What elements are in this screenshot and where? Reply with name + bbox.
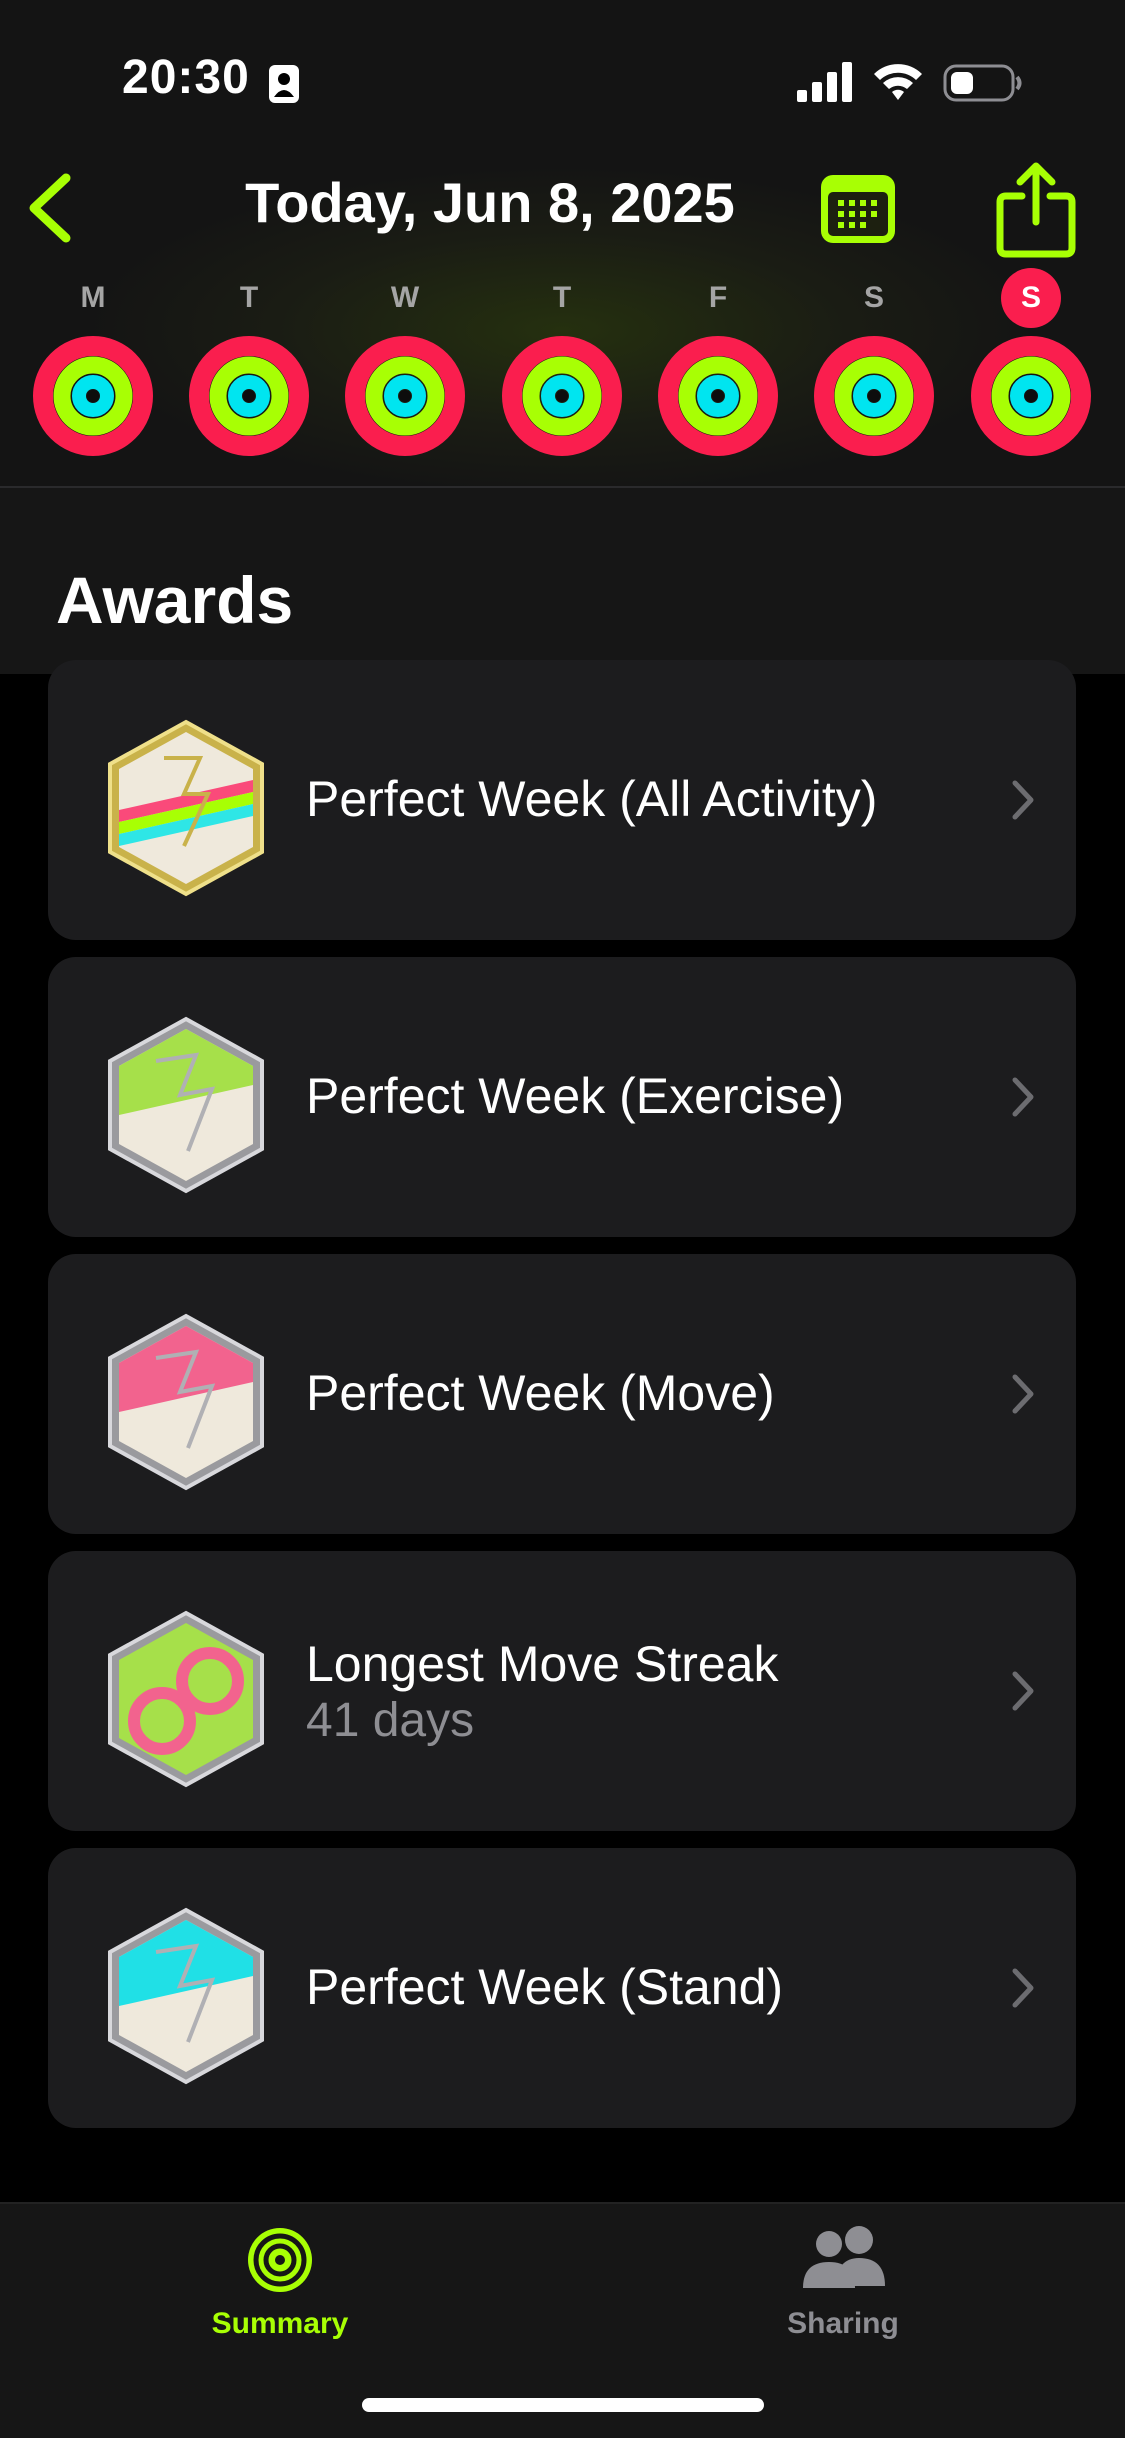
page-title: Today, Jun 8, 2025 <box>245 171 735 234</box>
day-tuesday[interactable]: T <box>184 268 314 458</box>
chevron-left-icon[interactable] <box>20 170 80 246</box>
day-wednesday[interactable]: W <box>340 268 470 458</box>
tab-label: Sharing <box>787 2307 899 2340</box>
home-indicator <box>362 2398 764 2412</box>
award-name: Perfect Week (Move) <box>306 1365 775 1421</box>
award-name: Perfect Week (All Activity) <box>306 771 878 827</box>
activity-rings-icon <box>33 336 153 456</box>
awards-heading: Awards <box>56 563 294 637</box>
perfect-week-all-activity-badge-icon <box>108 719 264 897</box>
calendar-icon[interactable] <box>818 172 898 246</box>
award-card-stand[interactable]: Perfect Week (Stand) <box>48 1848 1076 2128</box>
day-label: M <box>80 281 106 314</box>
day-label: W <box>390 281 420 314</box>
day-friday[interactable]: F <box>653 268 783 458</box>
day-label: T <box>239 281 259 314</box>
people-icon <box>803 2226 885 2288</box>
day-label: T <box>552 281 572 314</box>
share-icon[interactable] <box>994 160 1078 260</box>
day-label: F <box>708 281 728 314</box>
chevron-right-icon <box>1012 1077 1034 1117</box>
day-saturday[interactable]: S <box>809 268 939 458</box>
activity-rings-icon <box>814 336 934 456</box>
chevron-right-icon <box>1012 1671 1034 1711</box>
tab-summary[interactable]: Summary <box>130 2222 430 2341</box>
day-monday[interactable]: M <box>28 268 158 458</box>
perfect-week-stand-badge-icon <box>108 1907 264 2085</box>
award-name: Perfect Week (Exercise) <box>306 1068 845 1124</box>
status-time: 20:30 <box>122 51 250 104</box>
award-name: Longest Move Streak <box>306 1636 779 1692</box>
award-subtitle: 41 days <box>306 1694 475 1747</box>
activity-rings-icon <box>345 336 465 456</box>
activity-rings-icon <box>658 336 778 456</box>
award-card-longest-move-streak[interactable]: Longest Move Streak 41 days <box>48 1551 1076 1831</box>
activity-rings-icon <box>971 336 1091 456</box>
perfect-week-move-badge-icon <box>108 1313 264 1491</box>
tab-sharing[interactable]: Sharing <box>693 2222 993 2341</box>
award-card-move[interactable]: Perfect Week (Move) <box>48 1254 1076 1534</box>
activity-rings-icon <box>189 336 309 456</box>
day-thursday[interactable]: T <box>497 268 627 458</box>
activity-rings-icon <box>248 2228 312 2292</box>
award-card-all-activity[interactable]: Perfect Week (All Activity) <box>48 660 1076 940</box>
activity-rings-icon <box>502 336 622 456</box>
chevron-right-icon <box>1012 780 1034 820</box>
chevron-right-icon <box>1012 1968 1034 2008</box>
perfect-week-exercise-badge-icon <box>108 1016 264 1194</box>
signal-icon <box>797 62 852 102</box>
person-id-icon <box>269 65 299 103</box>
battery-icon <box>943 64 1022 102</box>
award-name: Perfect Week (Stand) <box>306 1959 784 2015</box>
wifi-icon <box>874 64 922 100</box>
day-label: S <box>863 281 884 314</box>
chevron-right-icon <box>1012 1374 1034 1414</box>
day-sunday-today[interactable]: S <box>966 268 1096 458</box>
day-label: S <box>1001 268 1061 328</box>
tab-label: Summary <box>211 2307 349 2340</box>
award-card-exercise[interactable]: Perfect Week (Exercise) <box>48 957 1076 1237</box>
longest-move-streak-badge-icon <box>108 1610 264 1788</box>
